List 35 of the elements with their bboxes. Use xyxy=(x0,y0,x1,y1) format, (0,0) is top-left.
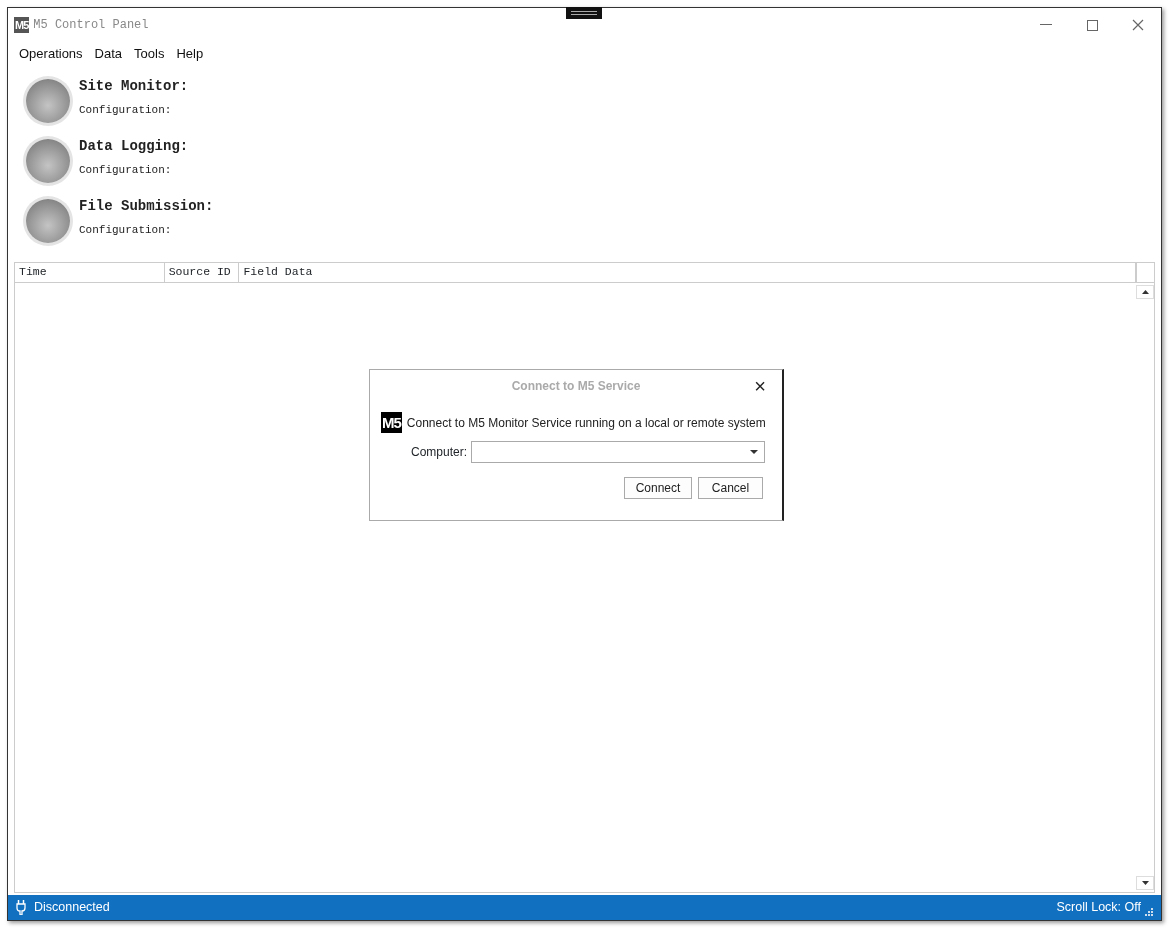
close-button[interactable]: × xyxy=(754,376,766,396)
menu-item[interactable]: Operations xyxy=(13,44,89,64)
monitor-name: File Submission: xyxy=(79,197,214,216)
caret-icon xyxy=(750,450,758,454)
connection-status: Disconnected xyxy=(34,899,110,917)
monitor-name: Site Monitor: xyxy=(79,77,189,96)
column-header[interactable]: Source ID xyxy=(164,263,240,282)
scroll-lock-status: Scroll Lock: Off xyxy=(1056,899,1141,917)
window-title: M5 Control Panel xyxy=(33,18,149,32)
resize-grip-icon[interactable] xyxy=(1145,908,1153,916)
scroll-down-button[interactable] xyxy=(1136,876,1154,890)
menu-item[interactable]: Help xyxy=(170,44,210,64)
down-arrow-icon xyxy=(1141,880,1149,885)
plug-icon xyxy=(16,900,26,915)
configuration-label: Configuration: xyxy=(79,104,173,116)
column-header[interactable]: Time xyxy=(15,263,165,282)
close-icon xyxy=(1132,19,1144,31)
up-arrow-icon xyxy=(1141,289,1149,294)
scroll-up-button[interactable] xyxy=(1136,285,1154,299)
app-logo: M5 xyxy=(381,412,402,433)
field-label: Computer: xyxy=(411,444,468,461)
dialog-message: Connect to M5 Monitor Service running on a local or remote system xyxy=(406,414,766,432)
maximize-icon xyxy=(1086,19,1098,31)
monitor-name: Data Logging: xyxy=(79,137,189,156)
dialog-button[interactable]: Connect xyxy=(624,477,692,499)
configuration-label: Configuration: xyxy=(79,164,173,176)
dialog-title: Connect to M5 Service xyxy=(511,378,641,395)
dialog-button[interactable]: Cancel xyxy=(698,477,763,499)
grip-handle-icon[interactable] xyxy=(566,7,602,19)
menu-item[interactable]: Tools xyxy=(128,44,171,64)
app-logo: M5 xyxy=(14,17,30,33)
configuration-label: Configuration: xyxy=(79,224,173,236)
menu-item[interactable]: Data xyxy=(88,44,129,64)
minimize-icon xyxy=(1040,24,1052,26)
column-header[interactable]: Field Data xyxy=(239,263,1137,282)
